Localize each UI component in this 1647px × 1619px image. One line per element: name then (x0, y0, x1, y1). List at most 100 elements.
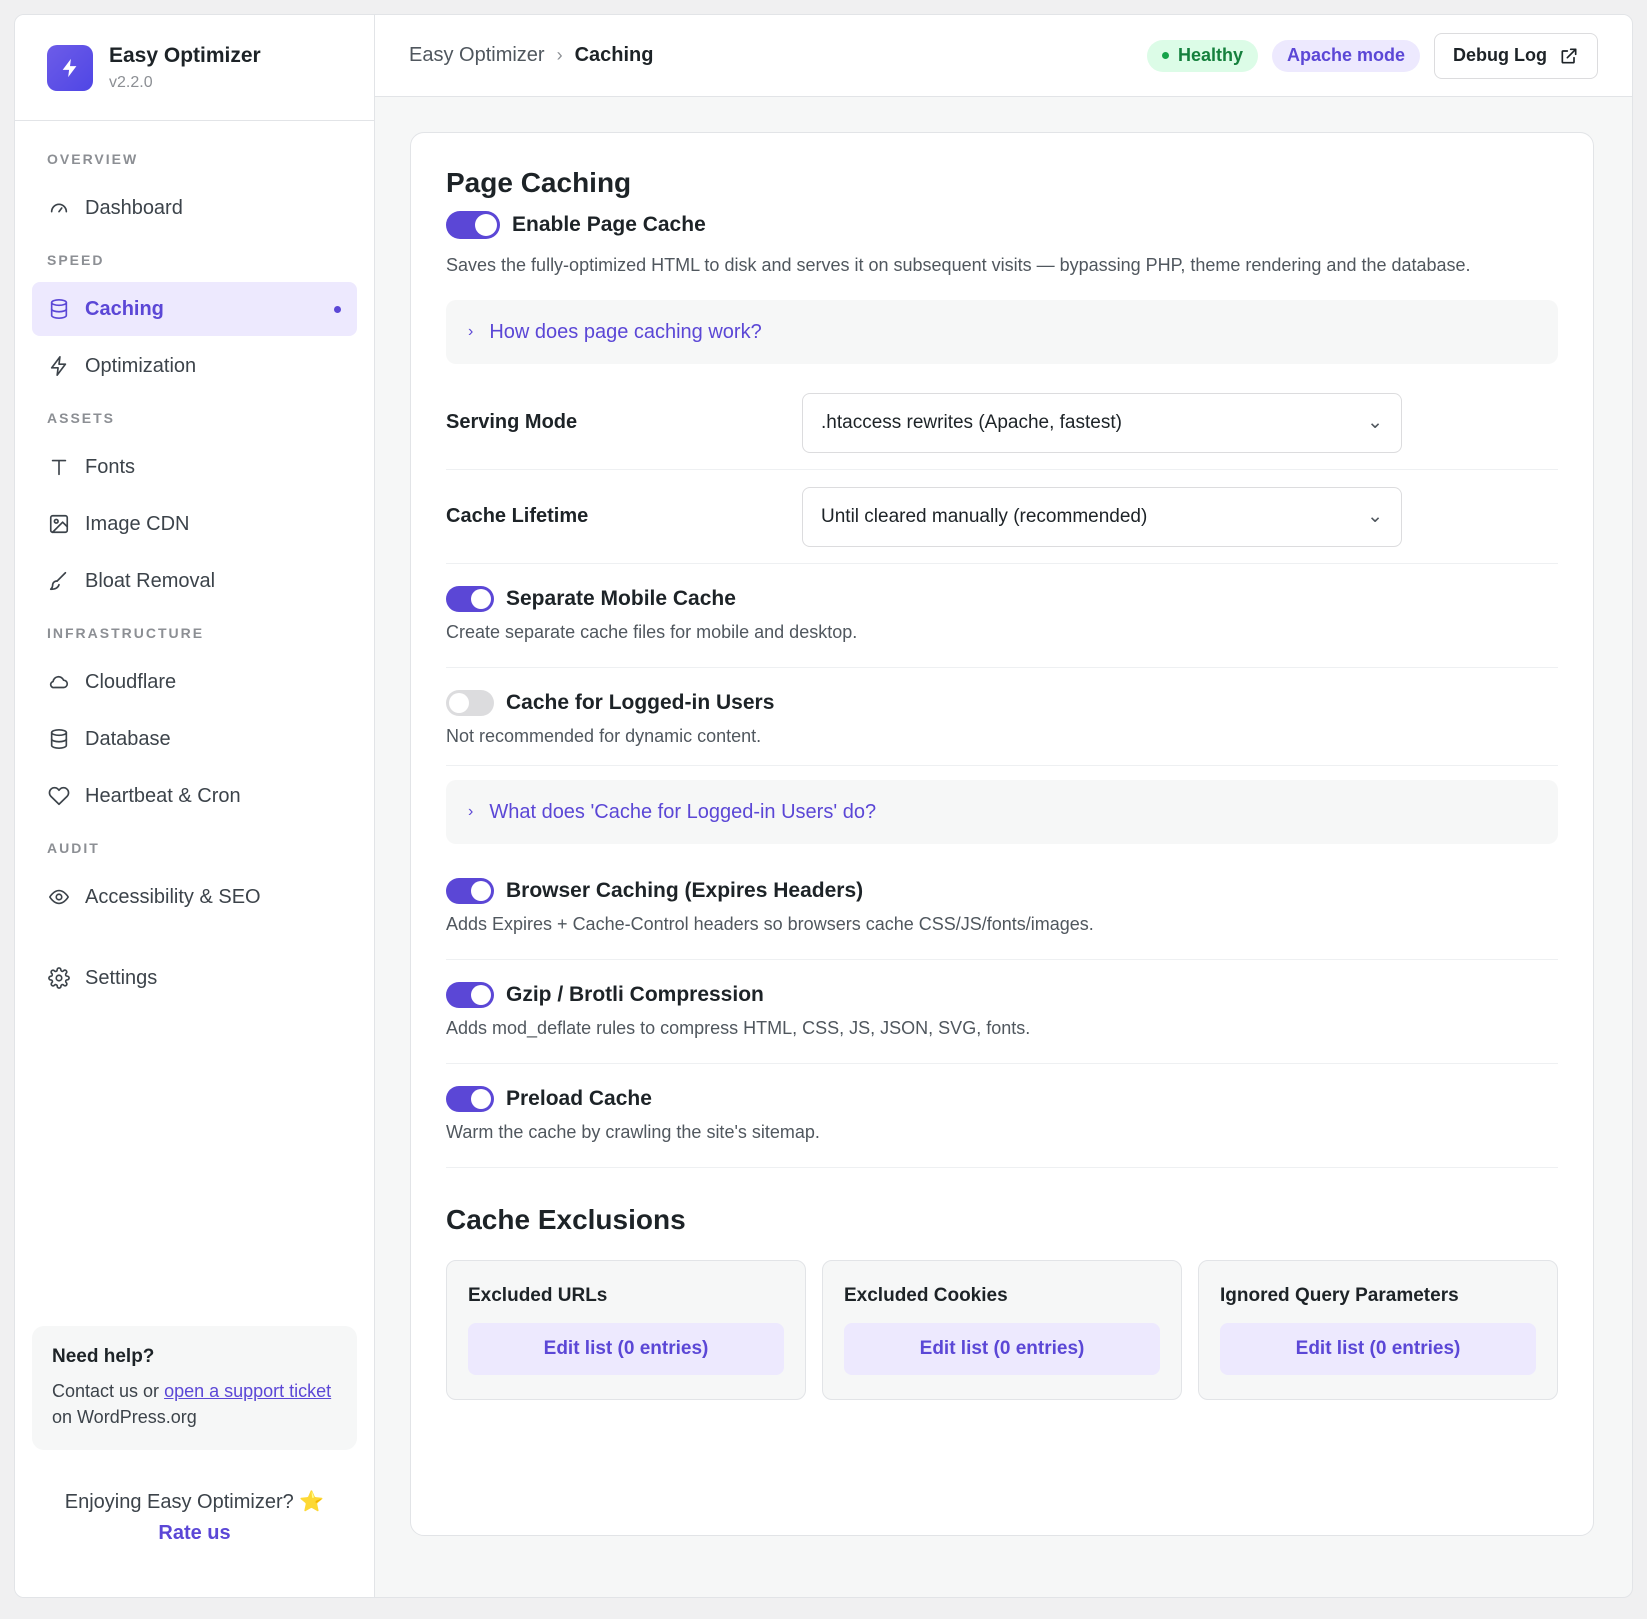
status-badge-healthy: Healthy (1146, 39, 1258, 72)
sidebar-item-label: Settings (85, 966, 158, 989)
option-gzip-brotli: Gzip / Brotli Compression Adds mod_defla… (446, 960, 1558, 1064)
brand-version: v2.2.0 (109, 73, 153, 91)
option-separate-mobile-cache: Separate Mobile Cache Create separate ca… (446, 564, 1558, 668)
edit-ignored-query-params-button[interactable]: Edit list (0 entries) (1220, 1323, 1536, 1375)
sidebar-item-label: Fonts (85, 455, 136, 478)
serving-mode-select[interactable]: .htaccess rewrites (Apache, fastest) ⌄ (802, 392, 1402, 453)
database-icon (47, 727, 71, 751)
faq-label: How does page caching work? (489, 320, 762, 343)
help-title: Need help? (52, 1346, 155, 1367)
faq-label: What does 'Cache for Logged-in Users' do… (489, 800, 877, 823)
chevron-down-icon: ⌄ (1367, 412, 1383, 433)
breadcrumb-root[interactable]: Easy Optimizer (409, 44, 545, 67)
enable-page-cache-toggle[interactable] (446, 211, 500, 239)
image-icon (47, 512, 71, 536)
section-infrastructure: INFRASTRUCTURE (47, 625, 205, 641)
chevron-right-icon: › (468, 323, 474, 340)
edit-excluded-cookies-button[interactable]: Edit list (0 entries) (844, 1323, 1160, 1375)
page-cache-description: Saves the fully-optimized HTML to disk a… (446, 255, 1471, 275)
help-box: Need help? Contact us or open a support … (32, 1326, 357, 1450)
section-audit: AUDIT (47, 840, 100, 856)
cache-lifetime-value: Until cleared manually (recommended) (821, 505, 1148, 527)
option-desc: Warm the cache by crawling the site's si… (446, 1122, 820, 1142)
preload-cache-toggle[interactable] (446, 1086, 494, 1112)
option-desc: Not recommended for dynamic content. (446, 726, 762, 746)
sidebar-item-label: Caching (85, 297, 164, 320)
sidebar-item-label: Database (85, 727, 171, 750)
option-preload-cache: Preload Cache Warm the cache by crawling… (446, 1064, 1558, 1168)
eye-icon (47, 885, 71, 909)
sidebar-item-fonts[interactable]: Fonts (32, 440, 357, 494)
sidebar-item-label: Cloudflare (85, 670, 177, 693)
sidebar-item-dashboard[interactable]: Dashboard (32, 181, 357, 235)
option-label: Separate Mobile Cache (506, 587, 736, 610)
ignored-query-params-card: Ignored Query Parameters Edit list (0 en… (1198, 1260, 1558, 1400)
sidebar-item-bloat-removal[interactable]: Bloat Removal (32, 554, 357, 608)
sidebar-item-caching[interactable]: Caching (32, 282, 357, 336)
bolt-icon (47, 354, 71, 378)
external-link-icon (1561, 48, 1577, 64)
sidebar: Easy Optimizer v2.2.0 OVERVIEW Dashboard… (15, 15, 375, 1597)
rate-text: Enjoying Easy Optimizer? (64, 1491, 294, 1513)
cache-logged-in-toggle[interactable] (446, 690, 494, 716)
cache-lifetime-label: Cache Lifetime (446, 505, 589, 527)
faq-cache-logged-in[interactable]: › What does 'Cache for Logged-in Users' … (446, 780, 1558, 844)
section-overview: OVERVIEW (47, 151, 139, 167)
app-window: Easy Optimizer v2.2.0 OVERVIEW Dashboard… (14, 14, 1633, 1598)
serving-mode-value: .htaccess rewrites (Apache, fastest) (821, 411, 1122, 433)
brand-name: Easy Optimizer (109, 43, 261, 67)
bolt-logo-icon (47, 44, 93, 91)
support-ticket-link[interactable]: open a support ticket (164, 1381, 331, 1401)
option-label: Gzip / Brotli Compression (506, 983, 764, 1006)
section-assets: ASSETS (47, 410, 116, 426)
cloud-icon (47, 670, 71, 694)
serving-mode-label: Serving Mode (446, 411, 578, 433)
page-caching-title: Page Caching (446, 167, 632, 198)
breadcrumb: Easy Optimizer › Caching (409, 44, 654, 67)
sidebar-item-image-cdn[interactable]: Image CDN (32, 497, 357, 551)
active-indicator (334, 305, 341, 313)
sidebar-item-label: Image CDN (85, 512, 190, 535)
option-label: Cache for Logged-in Users (506, 691, 775, 714)
edit-excluded-urls-button[interactable]: Edit list (0 entries) (468, 1323, 784, 1375)
cache-exclusions-title: Cache Exclusions (446, 1204, 686, 1235)
gzip-brotli-toggle[interactable] (446, 982, 494, 1008)
enable-page-cache-row: Enable Page Cache (446, 211, 1558, 239)
topbar: Easy Optimizer › Caching Healthy Apache … (375, 15, 1632, 97)
option-cache-logged-in: Cache for Logged-in Users Not recommende… (446, 668, 1558, 765)
sidebar-item-database[interactable]: Database (32, 712, 357, 766)
section-speed: SPEED (47, 252, 105, 268)
type-icon (47, 455, 71, 479)
faq-how-page-caching-works[interactable]: › How does page caching work? (446, 300, 1558, 364)
option-desc: Adds mod_deflate rules to compress HTML,… (446, 1018, 1031, 1038)
sidebar-item-label: Dashboard (85, 196, 183, 219)
cache-lifetime-select[interactable]: Until cleared manually (recommended) ⌄ (802, 486, 1402, 547)
option-browser-caching: Browser Caching (Expires Headers) Adds E… (446, 844, 1558, 960)
card-title: Excluded URLs (468, 1285, 608, 1306)
breadcrumb-current: Caching (574, 44, 654, 66)
sidebar-item-optimization[interactable]: Optimization (32, 339, 357, 393)
sidebar-item-settings[interactable]: Settings (32, 951, 357, 1005)
help-text-before: Contact us or (52, 1381, 165, 1401)
separate-mobile-cache-toggle[interactable] (446, 586, 494, 612)
browser-caching-toggle[interactable] (446, 878, 494, 904)
help-text-after: on WordPress.org (52, 1407, 197, 1427)
card-title: Excluded Cookies (844, 1285, 1008, 1306)
debug-log-button[interactable]: Debug Log (1434, 32, 1598, 79)
card-title: Ignored Query Parameters (1220, 1285, 1459, 1306)
star-icon: ⭐ (299, 1491, 325, 1513)
chevron-right-icon: › (556, 45, 563, 65)
excluded-cookies-card: Excluded Cookies Edit list (0 entries) (822, 1260, 1182, 1400)
sidebar-item-cloudflare[interactable]: Cloudflare (32, 655, 357, 709)
sidebar-item-label: Heartbeat & Cron (85, 784, 241, 807)
sidebar-item-heartbeat[interactable]: Heartbeat & Cron (32, 769, 357, 823)
help-text: Contact us or open a support ticket on W… (52, 1378, 337, 1430)
enable-page-cache-label: Enable Page Cache (512, 213, 706, 236)
heart-icon (47, 784, 71, 808)
cache-lifetime-row: Cache Lifetime Until cleared manually (r… (446, 470, 1558, 564)
sidebar-item-accessibility[interactable]: Accessibility & SEO (32, 870, 357, 924)
caching-card: Page Caching Enable Page Cache Saves the… (410, 132, 1594, 1536)
debug-log-label: Debug Log (1453, 45, 1547, 65)
brush-icon (47, 569, 71, 593)
rate-us-link[interactable]: Rate us (15, 1522, 374, 1545)
